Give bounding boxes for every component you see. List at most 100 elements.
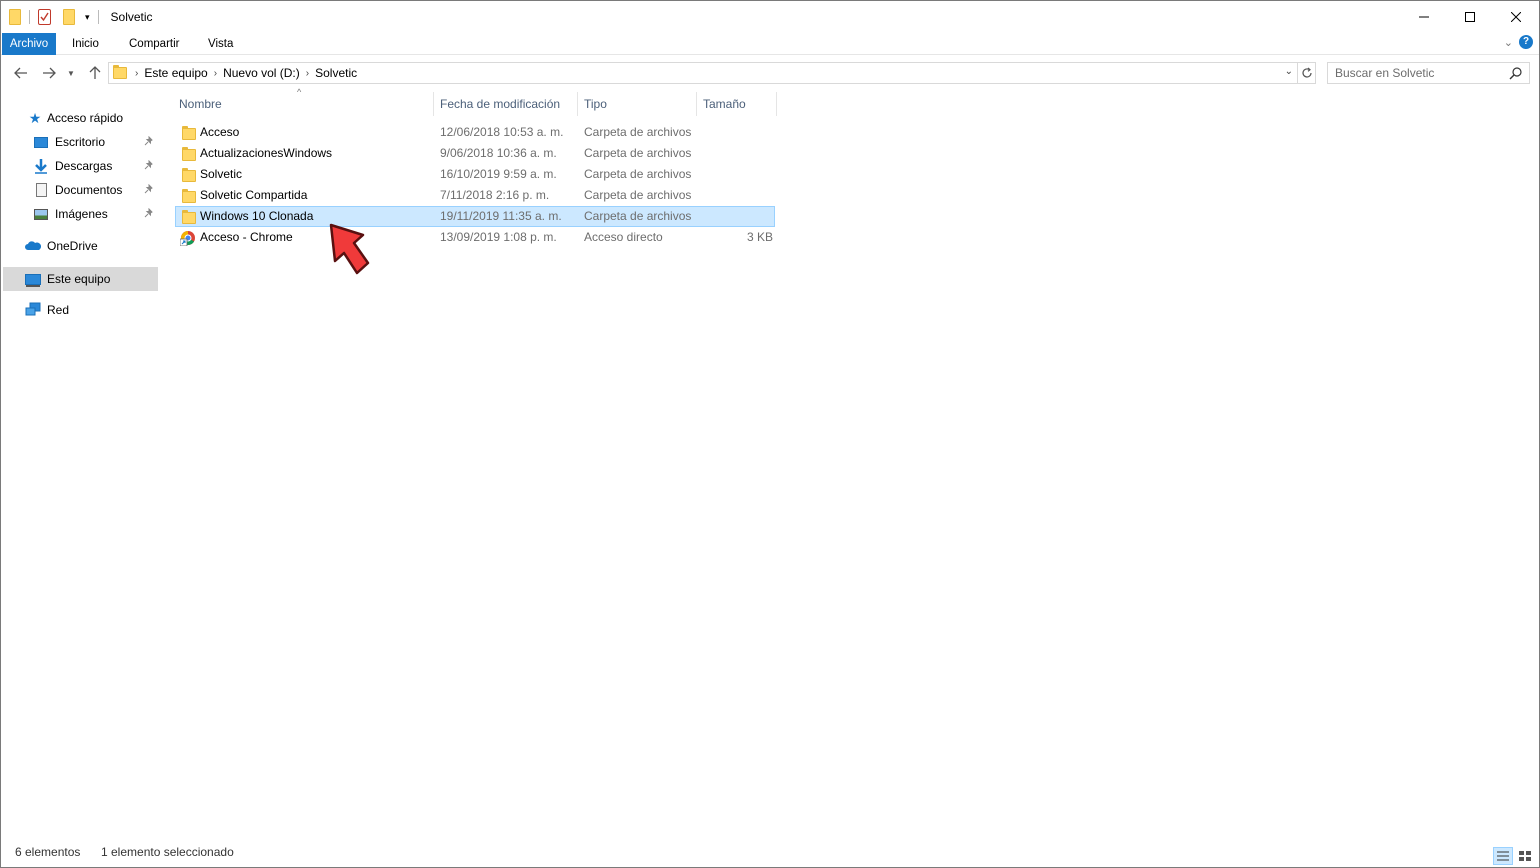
arrow-right-icon: [43, 67, 56, 79]
pin-icon[interactable]: [144, 159, 154, 173]
folder-icon: [182, 147, 196, 161]
pin-icon[interactable]: [144, 135, 154, 149]
chevron-right-icon: ›: [135, 67, 139, 79]
details-view-button[interactable]: [1493, 847, 1513, 865]
column-header-nombre[interactable]: Nombre: [173, 92, 434, 116]
pin-icon[interactable]: [144, 183, 154, 197]
expand-ribbon-icon[interactable]: ⌄: [1504, 36, 1513, 49]
folder-icon: [9, 9, 21, 25]
ribbon-tabs: Archivo Inicio Compartir Vista ⌄ ?: [1, 33, 1539, 55]
large-icons-view-icon: [1519, 851, 1531, 861]
details-view-icon: [1497, 851, 1509, 861]
table-row[interactable]: Acceso - Chrome 13/09/2019 1:08 p. m. Ac…: [175, 227, 775, 248]
customize-toolbar-icon[interactable]: ▾: [85, 12, 90, 23]
new-folder-icon[interactable]: [63, 9, 75, 25]
file-type: Carpeta de archivos: [584, 167, 692, 181]
sidebar-item-red[interactable]: Red: [25, 299, 69, 321]
window-title: Solvetic: [110, 10, 153, 24]
minimize-button[interactable]: [1401, 1, 1447, 33]
file-name: Acceso - Chrome: [200, 230, 293, 244]
table-row[interactable]: Solvetic Compartida 7/11/2018 2:16 p. m.…: [175, 185, 775, 206]
selection-count: 1 elemento seleccionado: [101, 845, 234, 859]
properties-icon[interactable]: [38, 9, 51, 25]
file-name: ActualizacionesWindows: [200, 146, 333, 160]
help-icon[interactable]: ?: [1519, 35, 1533, 49]
pin-icon[interactable]: [144, 207, 154, 221]
back-button[interactable]: [11, 63, 31, 83]
table-row-selected[interactable]: Windows 10 Clonada 19/11/2019 11:35 a. m…: [175, 206, 775, 227]
ribbon-right-controls: ⌄ ?: [1504, 35, 1533, 49]
sidebar-item-label: OneDrive: [47, 239, 98, 253]
up-button[interactable]: [85, 63, 105, 83]
sidebar-item-escritorio[interactable]: Escritorio: [33, 131, 159, 153]
file-size: 3 KB: [747, 230, 774, 244]
status-bar: 6 elementos 1 elemento seleccionado: [15, 845, 234, 863]
explorer-window: ▾ Solvetic Archivo Inicio Compartir Vist…: [0, 0, 1540, 868]
star-icon: ★: [28, 109, 42, 126]
file-name: Windows 10 Clonada: [200, 209, 314, 223]
network-icon: [25, 302, 41, 318]
document-icon: [33, 182, 49, 198]
address-dropdown-icon[interactable]: ⌄: [1285, 66, 1293, 77]
file-date: 19/11/2019 11:35 a. m.: [440, 209, 562, 223]
arrow-up-icon: [89, 66, 101, 79]
sidebar-item-acceso-rapido[interactable]: ★ Acceso rápido: [27, 107, 123, 129]
file-date: 9/06/2018 10:36 a. m.: [440, 146, 557, 160]
file-name: Acceso: [200, 125, 240, 139]
column-header-fecha[interactable]: Fecha de modificación: [434, 92, 578, 116]
sidebar-item-label: Imágenes: [55, 207, 108, 221]
sidebar-item-label: Acceso rápido: [47, 111, 124, 125]
breadcrumb-este-equipo[interactable]: Este equipo: [144, 66, 207, 80]
sidebar-item-label: Escritorio: [55, 135, 106, 149]
recent-locations-button[interactable]: ▼: [64, 63, 78, 83]
file-type: Carpeta de archivos: [584, 209, 692, 223]
sidebar-item-imagenes[interactable]: Imágenes: [33, 203, 159, 225]
chrome-shortcut-icon: [179, 230, 196, 247]
forward-button[interactable]: [39, 63, 59, 83]
refresh-button[interactable]: [1298, 62, 1316, 84]
file-name: Solvetic Compartida: [200, 188, 308, 202]
address-bar[interactable]: › Este equipo › Nuevo vol (D:) › Solveti…: [108, 62, 1298, 84]
maximize-button[interactable]: [1447, 1, 1493, 33]
close-button[interactable]: [1493, 1, 1539, 33]
chevron-right-icon: ›: [305, 67, 310, 79]
table-row[interactable]: ActualizacionesWindows 9/06/2018 10:36 a…: [175, 143, 775, 164]
folder-icon: [182, 126, 196, 140]
quick-access-toolbar: ▾: [1, 9, 103, 25]
title-bar: ▾ Solvetic: [1, 1, 1539, 33]
breadcrumb-nuevo-vol[interactable]: Nuevo vol (D:): [223, 66, 300, 80]
search-placeholder: Buscar en Solvetic: [1335, 66, 1435, 80]
table-row[interactable]: Acceso 12/06/2018 10:53 a. m. Carpeta de…: [175, 122, 775, 143]
folder-icon: [182, 189, 196, 203]
sidebar-item-onedrive[interactable]: OneDrive: [25, 235, 98, 257]
separator: [97, 10, 99, 24]
sidebar-item-este-equipo[interactable]: Este equipo: [3, 267, 158, 291]
sidebar-item-label: Descargas: [55, 159, 113, 173]
breadcrumb-solvetic[interactable]: Solvetic: [315, 66, 357, 80]
column-header-tamano[interactable]: Tamaño: [697, 92, 777, 116]
view-buttons: [1493, 847, 1535, 865]
tab-archivo[interactable]: Archivo: [2, 33, 56, 55]
sidebar-item-label: Red: [47, 303, 70, 317]
column-header-tipo[interactable]: Tipo: [578, 92, 697, 116]
large-icons-view-button[interactable]: [1515, 847, 1535, 865]
file-date: 13/09/2019 1:08 p. m.: [440, 230, 557, 244]
search-input[interactable]: Buscar en Solvetic: [1327, 62, 1530, 84]
annotation-arrow-icon: [329, 223, 370, 275]
table-row[interactable]: Solvetic 16/10/2019 9:59 a. m. Carpeta d…: [175, 164, 775, 185]
sidebar-item-documentos[interactable]: Documentos: [33, 179, 159, 201]
cloud-icon: [25, 238, 41, 254]
item-count: 6 elementos: [15, 845, 81, 859]
tab-inicio[interactable]: Inicio: [72, 33, 99, 55]
refresh-icon: [1301, 67, 1312, 78]
tab-compartir[interactable]: Compartir: [129, 33, 179, 55]
sidebar-item-label: Documentos: [55, 183, 123, 197]
folder-icon: [182, 168, 196, 182]
file-type: Acceso directo: [584, 230, 663, 244]
close-icon: [1511, 12, 1521, 22]
sidebar-item-descargas[interactable]: Descargas: [33, 155, 159, 177]
computer-icon: [25, 271, 41, 287]
arrow-left-icon: [14, 67, 27, 79]
tab-vista[interactable]: Vista: [208, 33, 233, 55]
maximize-icon: [1465, 12, 1475, 22]
